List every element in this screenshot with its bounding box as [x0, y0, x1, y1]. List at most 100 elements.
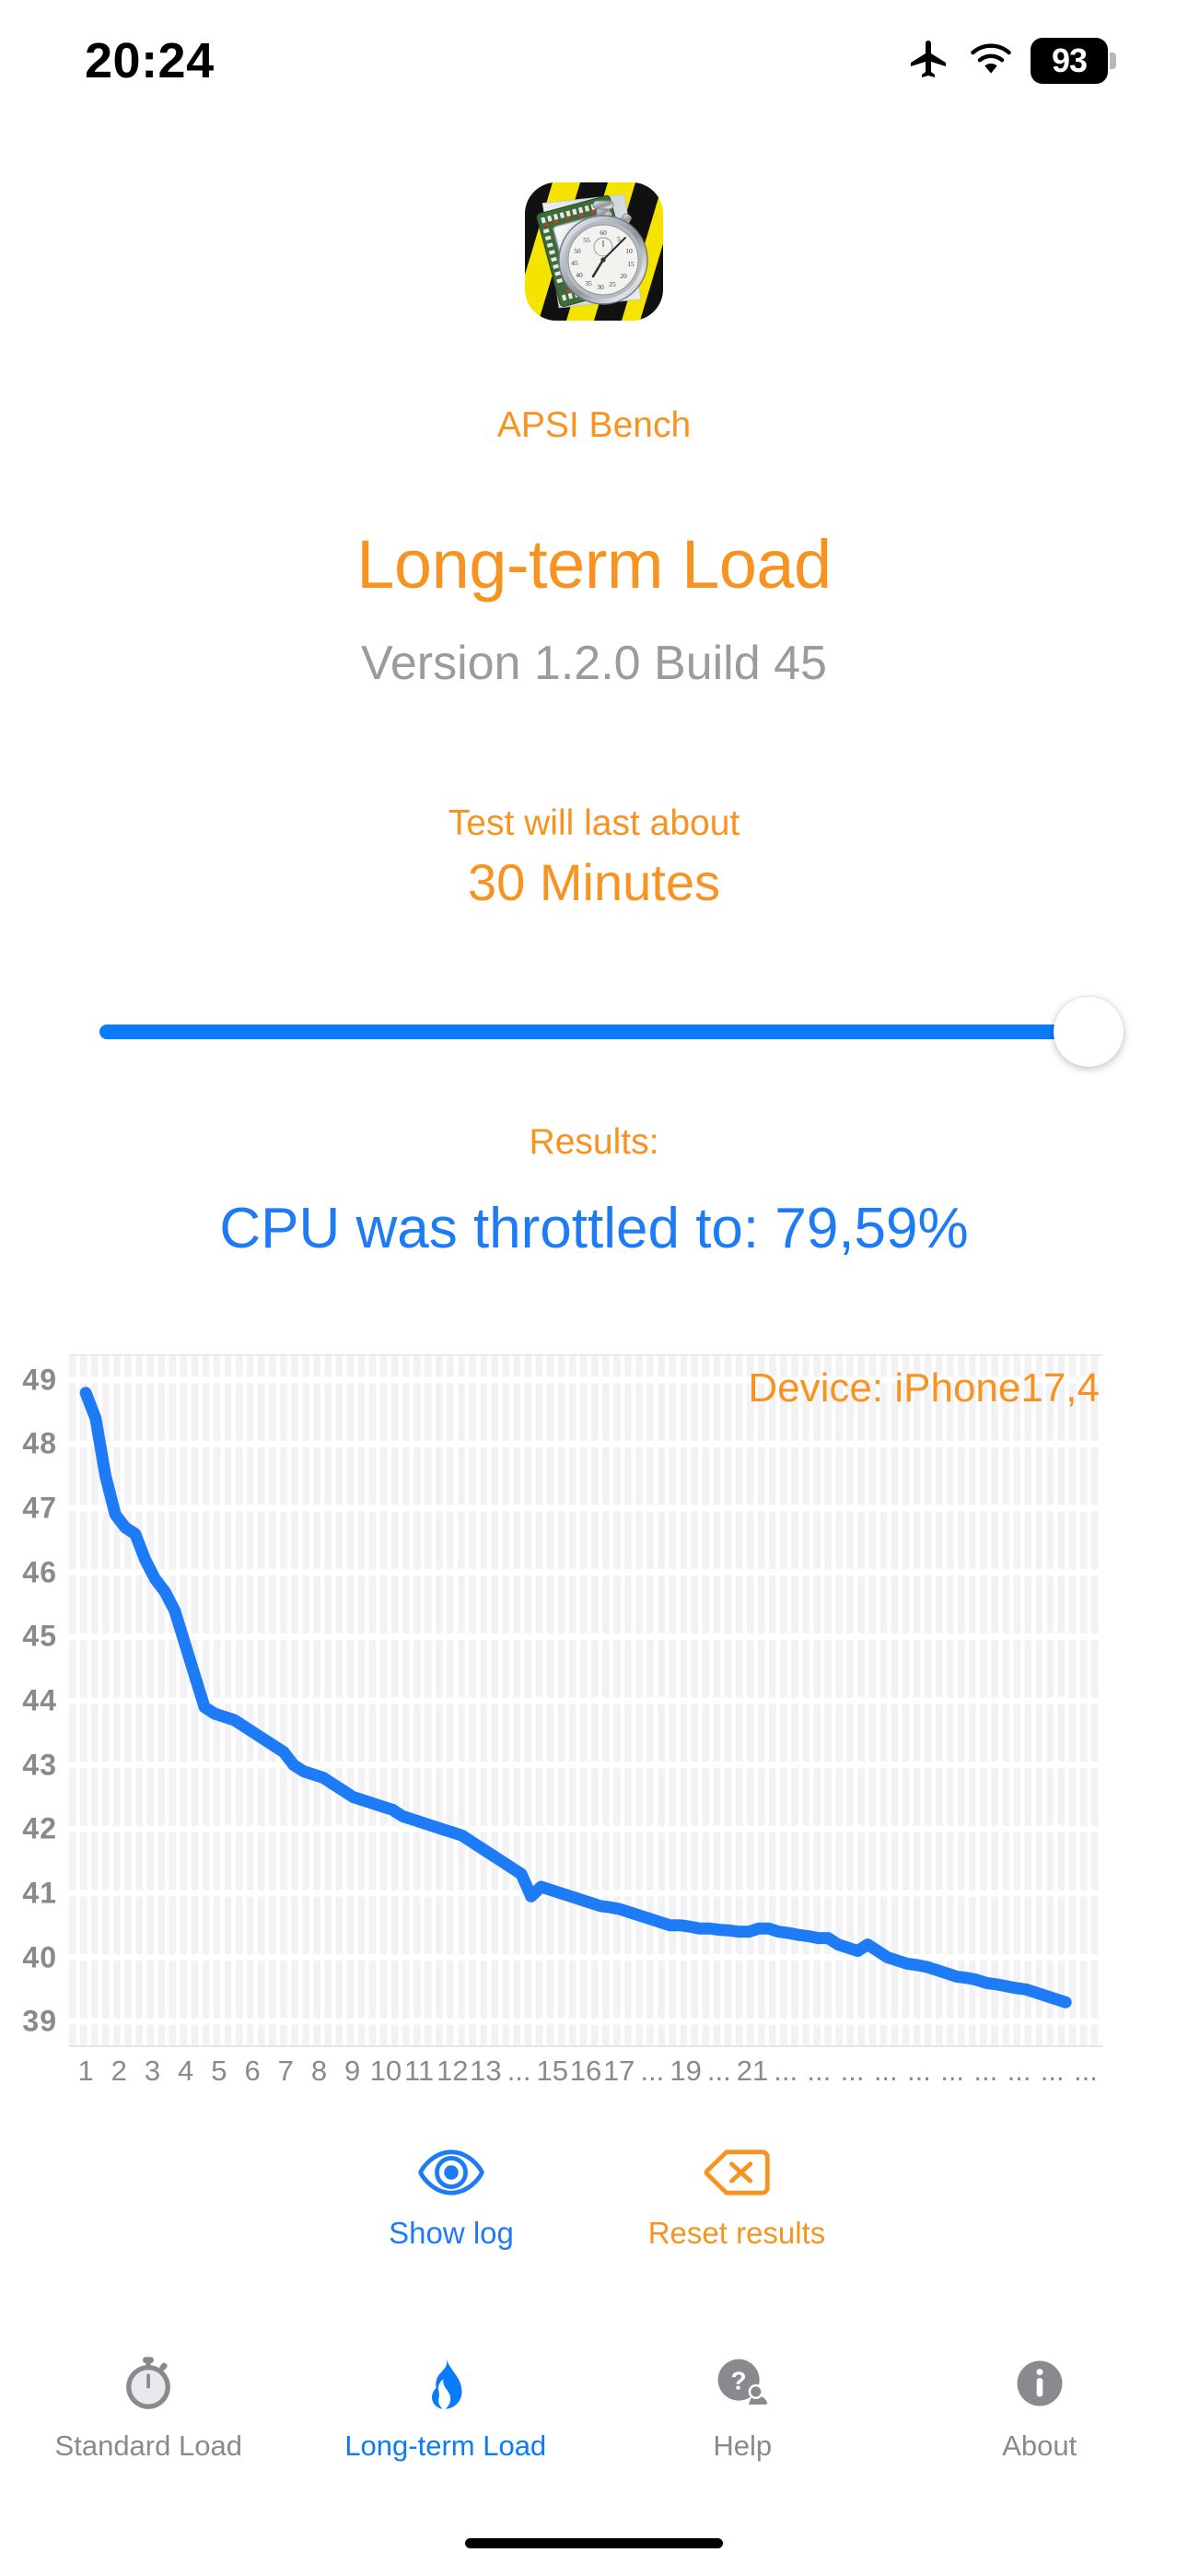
chart-y-tick: 42	[22, 1811, 57, 1845]
battery-nub	[1110, 53, 1116, 69]
app-icon: 60 5 10 15 20 25 30 35 40 45 50 55	[502, 181, 686, 326]
wifi-icon	[968, 37, 1014, 86]
chart-x-tick: 11	[403, 2055, 435, 2087]
chart-x-tick: 10	[369, 2055, 402, 2087]
chart-x-tick: 5	[211, 2055, 227, 2087]
results-value: CPU was throttled to: 79,59%	[219, 1197, 969, 1260]
chart-x-tick: 21	[736, 2055, 769, 2087]
chart-line-svg	[69, 1354, 1102, 2047]
chart-x-tick: 8	[310, 2055, 328, 2087]
slider-knob[interactable]	[1054, 997, 1124, 1067]
chart-x-tick: ...	[507, 2055, 531, 2087]
chart-y-tick: 40	[22, 1940, 57, 1974]
stopwatch-icon	[118, 2353, 179, 2418]
chart-x-tick: 17	[602, 2055, 635, 2087]
chart-x-tick: ...	[1040, 2055, 1065, 2087]
tab-long-term-load-label: Long-term Load	[344, 2430, 547, 2462]
chart-x-tick: 3	[144, 2055, 161, 2087]
chart-x-tick: ...	[1073, 2055, 1098, 2087]
chart-x-tick: 1	[77, 2055, 94, 2087]
battery-icon: 93	[1031, 38, 1116, 84]
chart-x-tick: 2	[111, 2055, 127, 2087]
status-time: 20:24	[85, 33, 215, 88]
chart-plot-area	[69, 1354, 1102, 2047]
chart-y-tick: 45	[22, 1619, 57, 1653]
info-icon	[1009, 2353, 1070, 2418]
svg-text:15: 15	[627, 260, 635, 268]
chart-x-tick: ...	[873, 2055, 898, 2087]
chart-y-tick: 43	[22, 1748, 57, 1782]
app-name: APSI Bench	[496, 405, 692, 445]
battery-percent: 93	[1031, 38, 1108, 84]
tab-help[interactable]: ? Help	[594, 2353, 891, 2463]
chart-x-axis: 1 2 3 4 5 6 7 8 9 10 11 12 13... 15 16 17... 19... 21....…	[69, 2055, 1102, 2101]
tab-about-label: About	[1002, 2430, 1077, 2462]
chart-y-axis: 49 48 47 46 45 44 43 42 41 40 39	[0, 1354, 64, 2047]
chart-x-tick: 16	[569, 2055, 602, 2087]
duration-slider[interactable]	[99, 997, 1124, 1071]
show-log-button[interactable]: Show log	[336, 2147, 566, 2251]
chart-x-tick: ...	[774, 2055, 798, 2087]
chart-x-tick: 15	[536, 2055, 569, 2087]
svg-text:50: 50	[574, 247, 581, 255]
svg-text:60: 60	[600, 228, 607, 237]
chart-x-tick: ...	[973, 2055, 998, 2087]
chart-x-tick: 6	[244, 2055, 261, 2087]
reset-results-button[interactable]: Reset results	[622, 2147, 852, 2251]
help-person-icon: ?	[712, 2353, 773, 2418]
chart-x-tick: 13	[470, 2055, 502, 2087]
action-buttons: Show log Reset results	[0, 2147, 1188, 2251]
duration-label: Test will last about	[448, 803, 740, 843]
status-bar: 20:24 93	[0, 0, 1188, 111]
slider-fill	[99, 1025, 1089, 1039]
tab-long-term-load[interactable]: Long-term Load	[297, 2353, 595, 2463]
chart-x-tick: 7	[277, 2055, 294, 2087]
flame-icon	[415, 2353, 476, 2418]
device-label: Device: iPhone17,4	[748, 1365, 1100, 1411]
chart-x-tick: ...	[640, 2055, 665, 2087]
chart-x-tick: ...	[907, 2055, 931, 2087]
svg-text:10: 10	[625, 247, 633, 255]
app-screen: 20:24 93 60 5 10 15 20 25 30 35 40 45 50…	[0, 0, 1188, 2576]
svg-text:20: 20	[620, 272, 627, 280]
chart-y-tick: 48	[22, 1426, 57, 1460]
status-icons: 93	[907, 37, 1116, 86]
svg-text:35: 35	[585, 279, 592, 287]
chart-x-tick: 9	[344, 2055, 361, 2087]
results-label: Results:	[529, 1122, 659, 1162]
chart-y-tick: 41	[22, 1876, 57, 1910]
chart-x-tick: ...	[1007, 2055, 1031, 2087]
eye-icon	[417, 2147, 485, 2203]
chart-y-tick: 39	[22, 2004, 57, 2038]
delete-x-icon	[703, 2147, 771, 2203]
tab-about[interactable]: About	[891, 2353, 1188, 2463]
airplane-mode-icon	[907, 37, 951, 86]
chart-y-tick: 46	[22, 1555, 57, 1589]
chart-y-tick: 47	[22, 1491, 57, 1525]
svg-text:30: 30	[597, 283, 604, 291]
chart-x-tick: 19	[670, 2055, 702, 2087]
show-log-label: Show log	[389, 2216, 514, 2250]
chart-y-tick: 49	[22, 1363, 57, 1397]
tab-bar: Standard Load Long-term Load ? Help Abou…	[0, 2340, 1188, 2497]
page-title: Long-term Load	[356, 526, 832, 603]
chart-x-tick: 12	[436, 2055, 469, 2087]
chart-y-tick: 44	[22, 1683, 57, 1717]
tab-help-label: Help	[713, 2430, 773, 2462]
version-label: Version 1.2.0 Build 45	[361, 637, 827, 690]
home-indicator	[465, 2538, 723, 2548]
tab-standard-load[interactable]: Standard Load	[0, 2353, 297, 2463]
reset-results-label: Reset results	[647, 2216, 826, 2250]
chart-x-tick: ...	[840, 2055, 865, 2087]
svg-text:45: 45	[571, 259, 578, 267]
svg-text:?: ?	[731, 2367, 747, 2395]
svg-text:25: 25	[609, 280, 616, 288]
svg-text:55: 55	[583, 236, 590, 244]
throttle-chart: 49 48 47 46 45 44 43 42 41 40 39 Device: iPhone17,…	[0, 1347, 1188, 2087]
chart-x-tick: ...	[807, 2055, 832, 2087]
duration-value: 30 Minutes	[468, 853, 720, 911]
chart-x-tick: ...	[940, 2055, 965, 2087]
tab-standard-load-label: Standard Load	[54, 2430, 242, 2462]
chart-x-tick: 4	[178, 2055, 194, 2087]
chart-x-tick: ...	[706, 2055, 731, 2087]
